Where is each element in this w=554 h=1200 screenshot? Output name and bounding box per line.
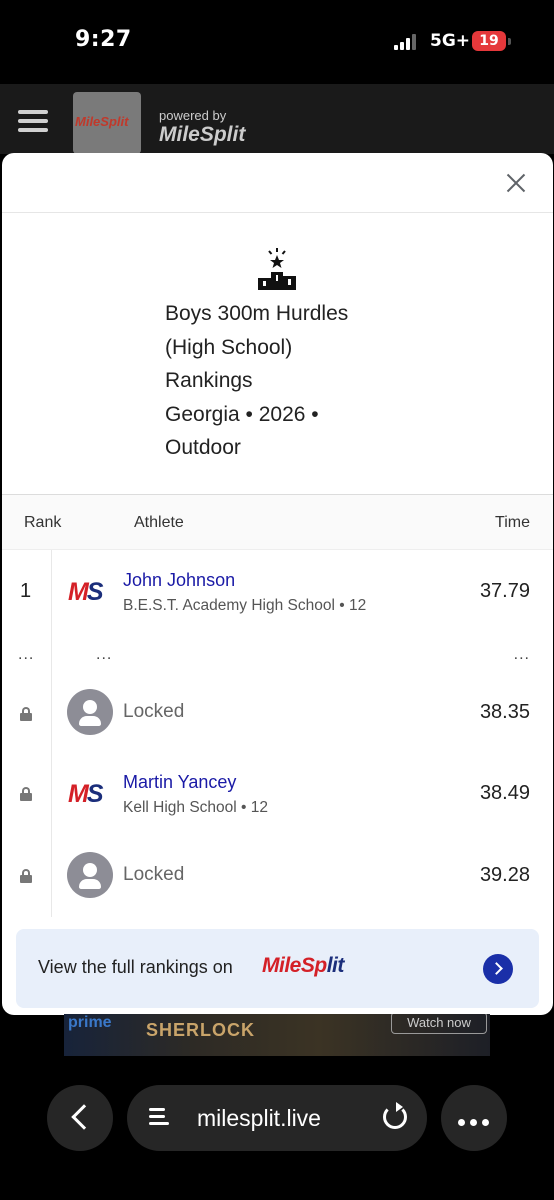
- page-menu-icon[interactable]: [149, 1108, 169, 1128]
- powered-by-logo: MileSplit: [159, 123, 246, 146]
- ellipsis-row: ... ... ...: [2, 640, 553, 670]
- status-bar: 9:27 5G+ 19: [0, 0, 554, 84]
- time-value: 38.35: [479, 701, 530, 723]
- lock-icon: [20, 707, 32, 721]
- rankings-title: Boys 300m Hurdles (High School) Rankings…: [165, 297, 395, 465]
- avatar-icon: [67, 852, 113, 898]
- signal-icon: [394, 34, 422, 50]
- team-logo-m: M: [68, 578, 89, 606]
- column-header-rank: Rank: [24, 514, 62, 531]
- locked-label: Locked: [123, 701, 185, 722]
- team-logo: MS: [68, 781, 112, 807]
- network-label: 5G+: [430, 31, 471, 51]
- view-full-rankings-button[interactable]: View the full rankings on MileSplit: [16, 929, 539, 1008]
- more-button[interactable]: [441, 1085, 507, 1151]
- title-line: Rankings: [165, 369, 253, 392]
- ad-brand: prime: [68, 1014, 112, 1031]
- title-line: Outdoor: [165, 436, 241, 459]
- title-line: Boys 300m Hurdles: [165, 302, 349, 325]
- lock-icon: [20, 787, 32, 801]
- locked-label: Locked: [123, 864, 185, 885]
- status-time: 9:27: [75, 27, 132, 52]
- ellipsis: ...: [18, 646, 35, 663]
- milesplit-logo-part: MileSp: [262, 954, 327, 977]
- cta-text: View the full rankings on: [38, 957, 233, 977]
- time-value: 37.79: [479, 580, 530, 602]
- athlete-school: B.E.S.T. Academy High School • 12: [123, 597, 367, 614]
- team-logo: MS: [68, 579, 112, 605]
- time-value: 38.49: [479, 782, 530, 804]
- powered-by-label: powered by: [159, 108, 227, 123]
- milesplit-logo-part: lit: [326, 954, 345, 977]
- team-logo-s: S: [86, 578, 104, 606]
- rank-value: 1: [20, 580, 32, 602]
- column-header-athlete: Athlete: [134, 514, 184, 531]
- podium-icon: [258, 248, 296, 290]
- site-logo-text: MileSplit: [75, 114, 129, 129]
- chevron-right-icon[interactable]: [483, 954, 513, 984]
- athlete-name-link[interactable]: John Johnson: [123, 570, 235, 591]
- title-line: Georgia • 2026 •: [165, 402, 319, 426]
- title-line: (High School): [165, 335, 293, 359]
- ad-title: SHERLOCK: [146, 1020, 256, 1040]
- reload-icon[interactable]: [383, 1102, 407, 1129]
- ad-banner[interactable]: prime SHERLOCK Watch now: [64, 1014, 490, 1056]
- column-header-time: Time: [495, 514, 530, 531]
- team-logo-s: S: [86, 780, 104, 808]
- team-logo-m: M: [68, 780, 89, 808]
- ad-watch-button[interactable]: Watch now: [391, 1014, 487, 1034]
- menu-icon[interactable]: [18, 110, 48, 132]
- ellipsis: ...: [96, 646, 113, 663]
- table-row[interactable]: Locked 38.35: [2, 670, 553, 753]
- avatar-icon: [67, 689, 113, 735]
- battery-tip: [508, 38, 511, 45]
- rankings-modal: Boys 300m Hurdles (High School) Rankings…: [2, 153, 553, 1015]
- url-text: milesplit.live: [197, 1105, 321, 1131]
- site-logo[interactable]: MileSplit: [73, 92, 141, 154]
- athlete-name-link[interactable]: Martin Yancey: [123, 772, 236, 793]
- lock-icon: [20, 869, 32, 883]
- divider: [2, 212, 553, 213]
- battery-icon: 19: [472, 31, 506, 51]
- ellipsis: ...: [513, 646, 530, 663]
- time-value: 39.28: [479, 864, 530, 886]
- close-icon[interactable]: [502, 169, 530, 197]
- table-row[interactable]: MS Martin Yancey Kell High School • 12 3…: [2, 753, 553, 836]
- table-row[interactable]: Locked 39.28: [2, 836, 553, 917]
- more-icon: [458, 1113, 494, 1131]
- athlete-school: Kell High School • 12: [123, 799, 269, 816]
- back-button[interactable]: [47, 1085, 113, 1151]
- milesplit-logo: MileSplit: [262, 954, 344, 978]
- chevron-left-icon: [71, 1104, 97, 1130]
- address-bar[interactable]: milesplit.live: [127, 1085, 427, 1151]
- table-header: Rank Athlete Time: [2, 494, 553, 550]
- table-row[interactable]: 1 MS John Johnson B.E.S.T. Academy High …: [2, 550, 553, 640]
